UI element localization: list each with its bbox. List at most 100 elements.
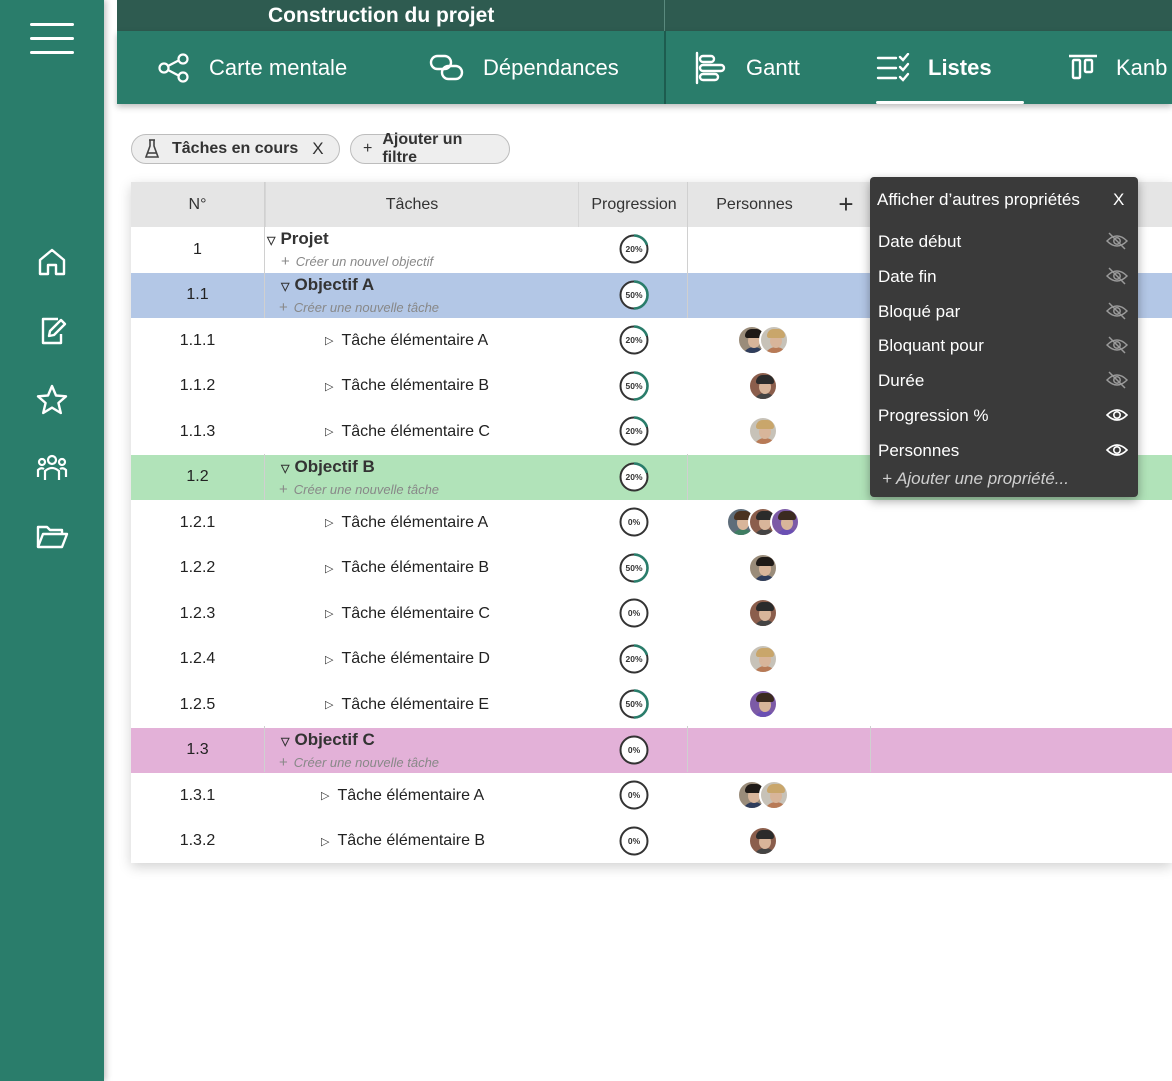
progress-ring: 50% [619,370,649,401]
eye-off-icon[interactable] [1105,371,1129,394]
group-title[interactable]: ▽ Objectif C [281,730,375,750]
add-filter-button[interactable]: + Ajouter un filtre [350,131,510,166]
properties-panel-header: Afficher d’autres propriétés X [870,177,1138,223]
collapse-icon[interactable]: ▽ [281,736,289,748]
group-label: Projet [280,229,329,248]
task-row[interactable]: 1.3.1 ▷ Tâche élémentaire A 0% [131,773,1172,818]
task-title[interactable]: ▷ Tâche élémentaire D [325,637,490,682]
eye-icon[interactable] [1105,406,1129,429]
task-title[interactable]: ▷ Tâche élémentaire A [325,318,488,363]
property-item[interactable]: Durée [878,366,1129,396]
nav-favorites[interactable] [30,378,74,422]
task-row[interactable]: 1.2.1 ▷ Tâche élémentaire A 0% [131,500,1172,545]
collapse-icon[interactable]: ▽ [281,281,289,293]
group-title[interactable]: ▽ Projet [267,229,329,249]
collapse-icon[interactable]: ▽ [267,235,275,247]
header-tasks[interactable]: Tâches [265,182,559,227]
group-title[interactable]: ▽ Objectif A [281,275,374,295]
collapse-icon[interactable]: ▽ [281,463,289,475]
tab-dependencies[interactable]: Dépendances [429,31,619,104]
task-title[interactable]: ▷ Tâche élémentaire A [325,500,488,545]
header-people[interactable]: Personnes [688,182,821,227]
nav-folders[interactable] [30,515,74,559]
create-item-label: Créer une nouvelle tâche [293,481,440,497]
eye-off-icon[interactable] [1105,336,1129,359]
tab-kanban[interactable]: Kanb [1068,31,1167,104]
add-column-button[interactable]: + [826,182,866,227]
create-item-link[interactable]: + Créer une nouvelle tâche [279,754,439,771]
expand-icon[interactable]: ▷ [325,425,333,438]
avatar[interactable] [770,507,800,537]
task-row[interactable]: 1.3.2 ▷ Tâche élémentaire B 0% [131,819,1172,864]
eye-off-icon[interactable] [1105,302,1129,325]
property-item[interactable]: Personnes [878,436,1129,466]
expand-icon[interactable]: ▷ [321,835,329,848]
expand-icon[interactable]: ▷ [321,789,329,802]
expand-icon[interactable]: ▷ [325,516,333,529]
task-title[interactable]: ▷ Tâche élémentaire E [325,682,489,727]
property-item[interactable]: Progression % [878,401,1129,431]
eye-off-icon[interactable] [1105,232,1129,255]
eye-icon[interactable] [1105,441,1129,464]
tab-label: Listes [928,54,992,80]
progress-value: 20% [625,471,643,482]
task-title[interactable]: ▷ Tâche élémentaire B [321,819,485,864]
create-item-link[interactable]: + Créer une nouvelle tâche [279,481,439,498]
expand-icon[interactable]: ▷ [325,562,333,575]
group-label: Objectif C [294,729,375,749]
avatar[interactable] [748,552,778,583]
close-panel-button[interactable]: X [1113,190,1124,210]
expand-icon[interactable]: ▷ [325,607,333,620]
nav-documents[interactable] [30,309,74,353]
menu-button[interactable] [30,18,74,58]
progress-value: 50% [625,380,643,391]
avatar[interactable] [759,325,789,355]
progress-value: 20% [625,653,643,664]
expand-icon[interactable]: ▷ [325,698,333,711]
edit-document-icon [41,317,67,345]
expand-icon[interactable]: ▷ [325,380,333,393]
header-number[interactable]: N° [131,182,264,227]
group-title[interactable]: ▽ Objectif B [281,457,375,477]
task-row[interactable]: 1.2.4 ▷ Tâche élémentaire D 20% [131,637,1172,682]
avatar[interactable] [748,643,778,674]
property-item[interactable]: Bloqué par [878,297,1129,327]
property-item[interactable]: Date fin [878,262,1129,292]
create-item-link[interactable]: + Créer une nouvelle tâche [279,299,439,316]
task-title[interactable]: ▷ Tâche élémentaire C [325,591,490,636]
remove-filter-button[interactable]: X [312,139,323,159]
task-title[interactable]: ▷ Tâche élémentaire B [325,364,489,409]
task-row[interactable]: 1.2.3 ▷ Tâche élémentaire C 0% [131,591,1172,636]
task-title[interactable]: ▷ Tâche élémentaire B [325,546,489,591]
tab-label: Dépendances [483,54,619,80]
nav-team[interactable] [30,446,74,490]
expand-icon[interactable]: ▷ [325,653,333,666]
nav-home[interactable] [30,240,74,284]
property-item[interactable]: Bloquant pour [878,331,1129,361]
avatar[interactable] [748,689,778,719]
eye-off-icon[interactable] [1105,267,1129,290]
avatar[interactable] [748,825,778,856]
add-property-button[interactable]: + Ajouter une propriété... [882,469,1069,489]
expand-icon[interactable]: ▷ [325,334,333,347]
tab-lists[interactable]: Listes [876,31,992,104]
group-row[interactable]: 1.3 ▽ Objectif C + Créer une nouvelle tâche 0… [131,727,1172,773]
avatar[interactable] [748,370,778,401]
filter-chip-in-progress[interactable]: Tâches en cours X [131,134,340,164]
create-item-label: Créer une nouvelle tâche [293,299,440,315]
tab-gantt[interactable]: Gantt [694,31,800,104]
title-divider [664,0,665,31]
task-title[interactable]: ▷ Tâche élémentaire C [325,409,490,454]
header-progress[interactable]: Progression [578,182,690,227]
avatar[interactable] [748,598,778,628]
column-divider [687,454,688,500]
task-title[interactable]: ▷ Tâche élémentaire A [321,773,484,818]
tab-mind-map[interactable]: Carte mentale [157,31,347,104]
active-tab-indicator [876,101,1024,104]
task-row[interactable]: 1.2.2 ▷ Tâche élémentaire B 50% [131,546,1172,591]
property-item[interactable]: Date début [878,227,1129,257]
create-item-link[interactable]: + Créer un nouvel objectif [281,253,433,270]
avatar[interactable] [748,416,778,446]
task-row[interactable]: 1.2.5 ▷ Tâche élémentaire E 50% [131,682,1172,727]
avatar[interactable] [759,780,789,810]
